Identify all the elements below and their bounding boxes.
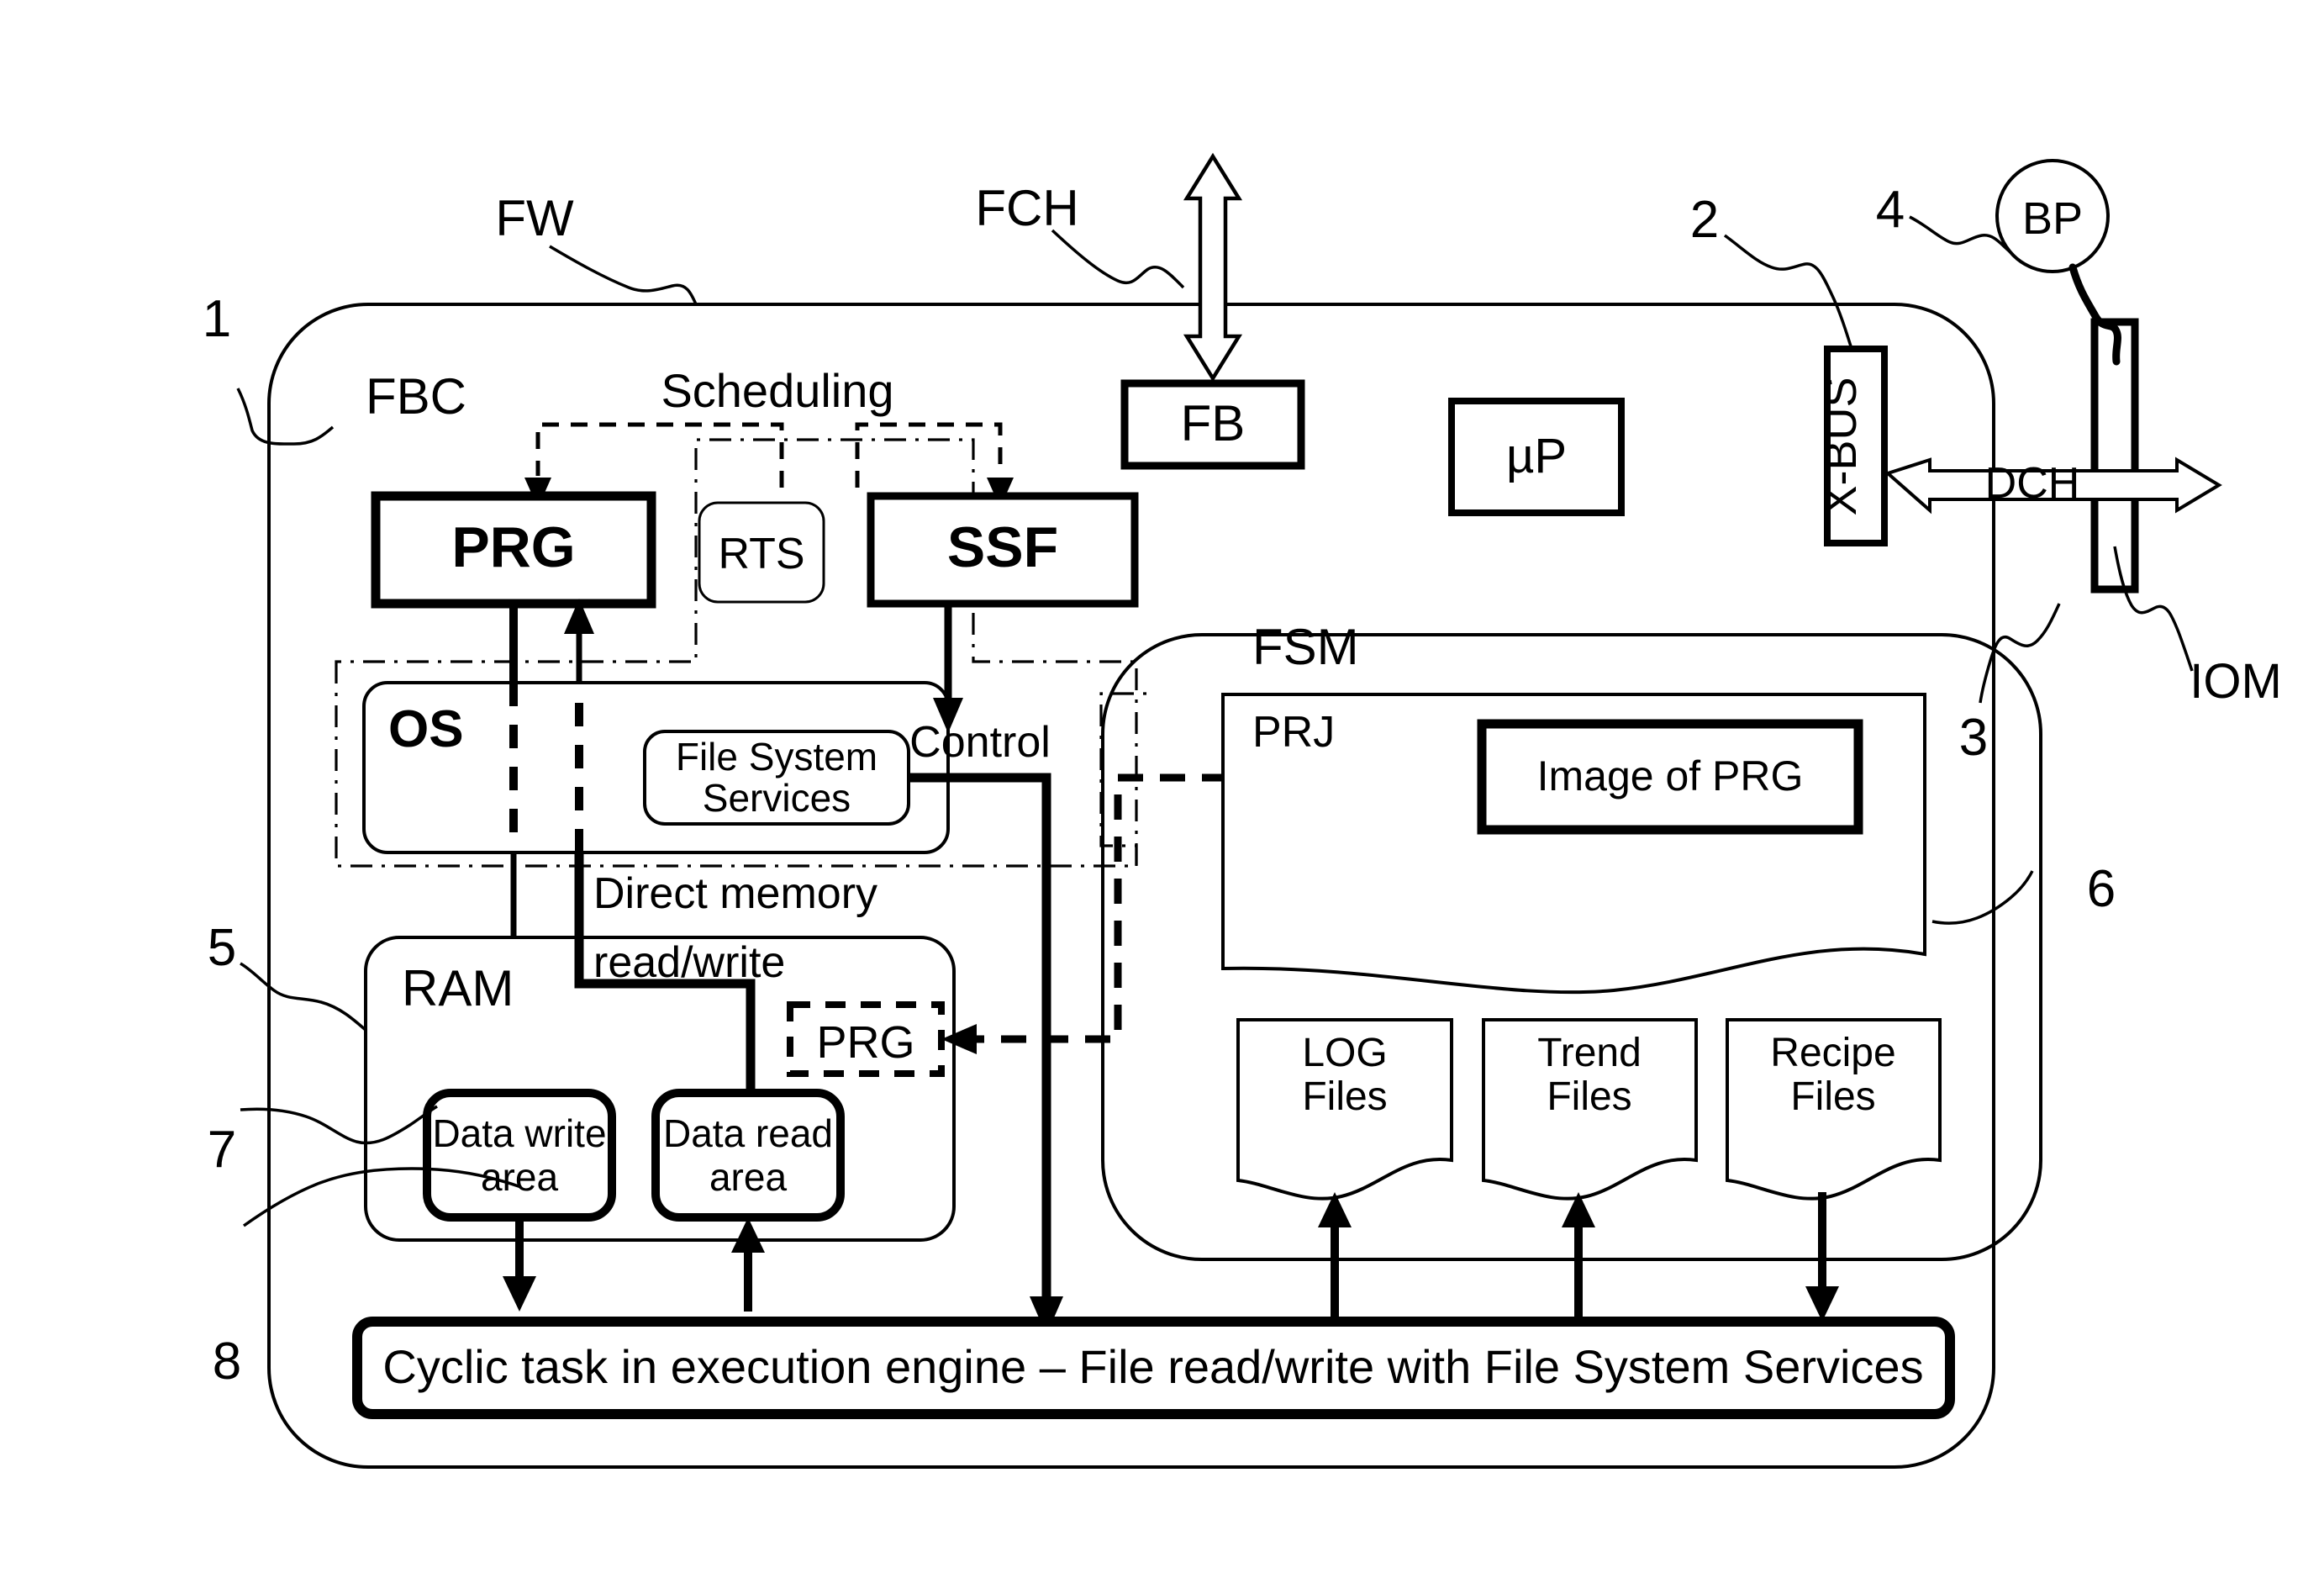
trend-files-line2: Files <box>1547 1074 1631 1119</box>
microprocessor-label: µP <box>1506 429 1567 483</box>
dch-label: DCH <box>1985 459 2080 508</box>
data-write-area-line2: area <box>481 1155 558 1199</box>
recipe-files-line1: Recipe <box>1770 1031 1895 1075</box>
diagram-canvas: FW FCH 1 2 4 3 5 6 7 8 BP IOM DCH FBC Sc… <box>0 0 2324 1594</box>
ref-2: 2 <box>1690 191 1719 249</box>
file-system-services-line2: Services <box>703 776 851 820</box>
patent-figure-svg: FW FCH 1 2 4 3 5 6 7 8 BP IOM DCH FBC Sc… <box>203 152 2282 1469</box>
ref-7: 7 <box>208 1121 236 1179</box>
leader-4 <box>1909 215 2012 254</box>
os-label: OS <box>388 700 464 758</box>
data-write-area-line1: Data write <box>432 1111 606 1155</box>
prg-in-ram-label: PRG <box>816 1017 914 1068</box>
data-read-area-line2: area <box>709 1155 787 1199</box>
bp-label: BP <box>2022 193 2083 244</box>
ref-5: 5 <box>208 919 236 977</box>
fch-double-arrow <box>1183 152 1243 383</box>
image-of-prg-label: Image of PRG <box>1537 752 1804 800</box>
ssf-label: SSF <box>947 515 1058 579</box>
recipe-files-line2: Files <box>1790 1074 1875 1119</box>
iom-label: IOM <box>2190 654 2282 709</box>
log-files-line2: Files <box>1302 1074 1387 1119</box>
ref-8: 8 <box>213 1333 241 1391</box>
ref-3: 3 <box>1959 709 1988 767</box>
ref-4: 4 <box>1876 181 1905 239</box>
xbus-label: X-BUS <box>1815 377 1866 515</box>
prj-label: PRJ <box>1252 708 1335 757</box>
leader-fch <box>1051 229 1185 289</box>
control-label: Control <box>909 718 1051 767</box>
ref-1: 1 <box>203 290 231 348</box>
leader-1 <box>236 388 335 446</box>
log-files-line1: LOG <box>1302 1031 1387 1075</box>
recipe-files-arrowhead <box>1805 1286 1839 1322</box>
file-system-services-line1: File System <box>676 735 877 779</box>
fsm-label: FSM <box>1252 619 1359 675</box>
cyclic-task-label: Cyclic task in execution engine – File r… <box>382 1340 1923 1393</box>
leader-5 <box>240 962 368 1032</box>
leader-fw <box>549 245 698 305</box>
leader-6 <box>1931 870 2034 925</box>
datawrite-to-cyclic-arrowhead <box>503 1276 536 1312</box>
scheduling-path-ssf <box>855 422 1003 488</box>
rts-label: RTS <box>718 530 804 578</box>
fbc-label: FBC <box>366 368 466 425</box>
leader-2 <box>1723 234 1854 352</box>
trend-files-line1: Trend <box>1537 1031 1642 1075</box>
direct-memory-label: Direct memory <box>593 869 877 918</box>
read-write-label: read/write <box>593 938 785 987</box>
data-read-area-line1: Data read <box>663 1111 833 1155</box>
ram-label: RAM <box>402 960 514 1016</box>
scheduling-path-prg <box>535 422 784 488</box>
fw-label: FW <box>495 190 574 246</box>
fb-label: FB <box>1181 395 1246 451</box>
fch-label: FCH <box>975 180 1078 236</box>
scheduling-label: Scheduling <box>661 364 893 417</box>
prg-label: PRG <box>451 515 575 579</box>
ref-6: 6 <box>2087 860 2116 918</box>
